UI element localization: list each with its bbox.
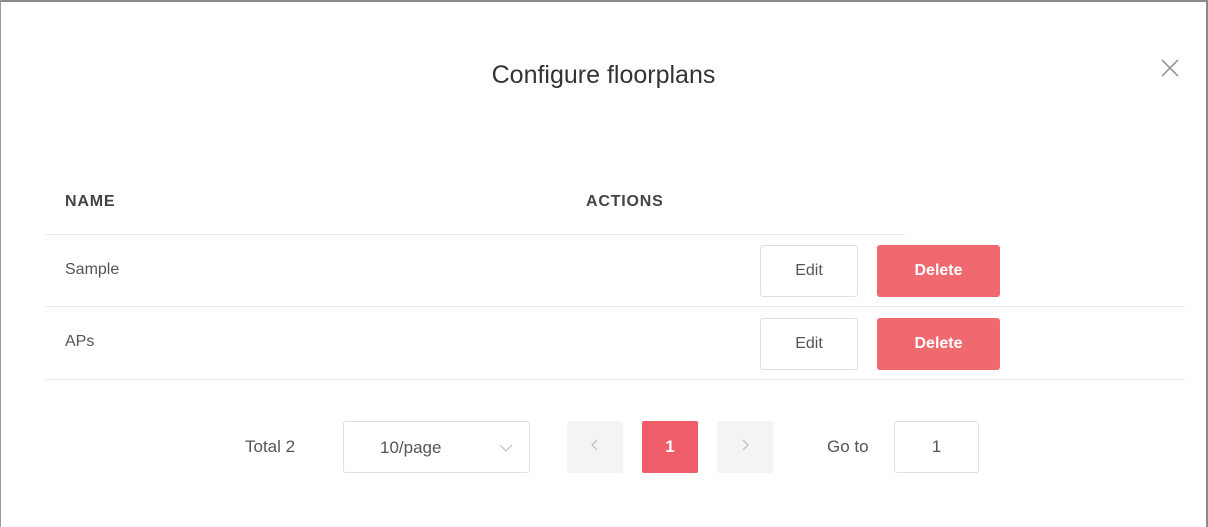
row-name: Sample [65, 261, 120, 278]
chevron-right-icon [739, 438, 751, 457]
column-header-name: NAME [65, 193, 116, 210]
chevron-down-icon [498, 440, 514, 456]
page-number-current[interactable]: 1 [642, 421, 698, 473]
column-header-actions: ACTIONS [586, 193, 664, 210]
goto-label: Go to [827, 437, 869, 456]
next-page-button[interactable] [717, 421, 773, 473]
close-icon[interactable] [1159, 57, 1181, 79]
goto-page-input[interactable] [894, 421, 979, 473]
edit-button[interactable]: Edit [760, 245, 858, 297]
page-size-select[interactable]: 10/page [343, 421, 530, 473]
row-divider [45, 306, 1185, 307]
delete-button[interactable]: Delete [877, 245, 1000, 297]
row-name: APs [65, 333, 95, 350]
prev-page-button[interactable] [567, 421, 623, 473]
dialog-title: Configure floorplans [491, 61, 716, 89]
edit-button[interactable]: Edit [760, 318, 858, 370]
page-size-value: 10/page [380, 438, 442, 457]
chevron-left-icon [589, 438, 601, 457]
total-count: Total 2 [245, 437, 296, 456]
row-divider [45, 379, 1185, 380]
dialog: Configure floorplans NAME ACTIONS Sample… [0, 0, 1208, 527]
header-divider [45, 234, 905, 235]
delete-button[interactable]: Delete [877, 318, 1000, 370]
